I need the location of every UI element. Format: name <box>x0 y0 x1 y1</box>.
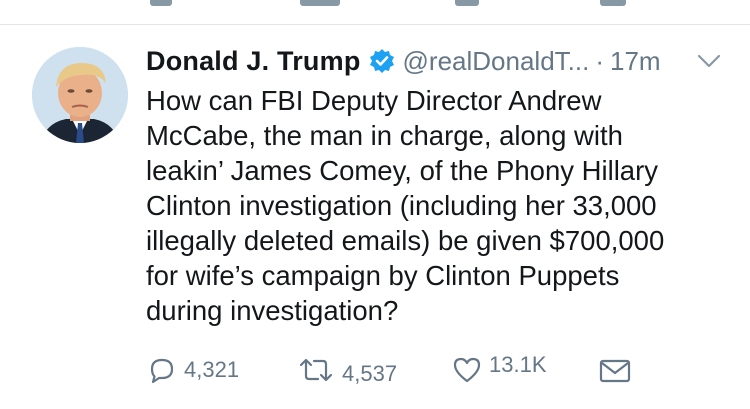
user-handle[interactable]: @realDonaldT... <box>403 46 590 77</box>
retweet-count: 4,537 <box>342 361 398 386</box>
previous-envelope-icon[interactable] <box>600 0 626 6</box>
tweet-screen: Donald J. Trump @realDonaldT... · 17m Ho… <box>0 0 750 409</box>
tweet-body: Donald J. Trump @realDonaldT... · 17m Ho… <box>146 41 736 328</box>
retweet-button[interactable]: 4,537 <box>296 350 397 390</box>
timestamp[interactable]: 17m <box>610 46 661 77</box>
previous-heart-icon[interactable] <box>455 0 479 6</box>
tweet-header: Donald J. Trump @realDonaldT... · 17m <box>146 41 736 81</box>
previous-retweet-icon[interactable] <box>300 0 340 6</box>
avatar-portrait-icon <box>32 47 128 143</box>
like-count: 13.1K <box>489 352 547 377</box>
tweet[interactable]: Donald J. Trump @realDonaldT... · 17m Ho… <box>0 25 750 409</box>
previous-reply-icon[interactable] <box>150 0 172 6</box>
reply-icon <box>146 354 178 386</box>
reply-button[interactable]: 4,321 <box>146 350 239 390</box>
reply-count: 4,321 <box>184 357 240 382</box>
tweet-text: How can FBI Deputy Director Andrew McCab… <box>146 85 665 326</box>
like-button[interactable]: 13.1K <box>451 350 547 390</box>
heart-icon <box>451 354 483 386</box>
verified-badge-icon <box>369 48 395 74</box>
tweet-actions: 4,321 4,537 13.1K <box>146 350 706 390</box>
retweet-icon <box>296 354 336 386</box>
avatar[interactable] <box>32 47 128 143</box>
display-name[interactable]: Donald J. Trump <box>146 46 361 77</box>
envelope-icon <box>598 354 632 386</box>
separator-dot: · <box>595 45 605 76</box>
direct-message-button[interactable] <box>598 350 632 390</box>
chevron-down-icon[interactable] <box>696 51 722 71</box>
previous-tweet-actions <box>0 0 750 14</box>
